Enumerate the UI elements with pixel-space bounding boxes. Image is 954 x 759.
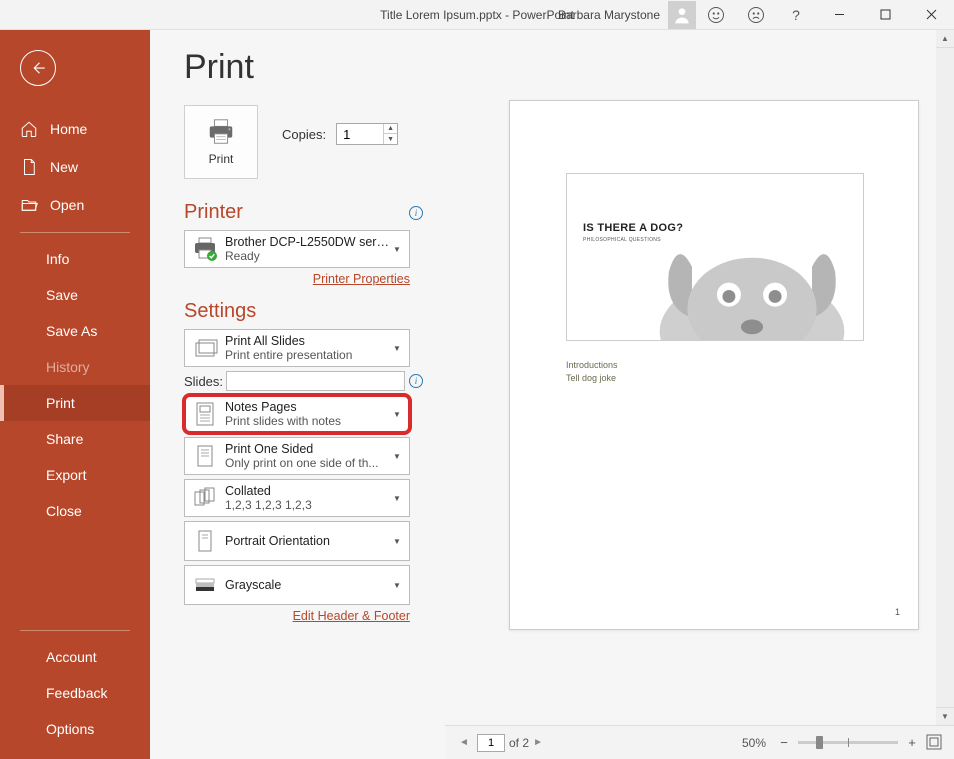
chevron-down-icon: ▼ xyxy=(391,245,403,254)
preview-bottom-bar: ◄ of 2 ► 50% − + xyxy=(445,725,954,759)
zoom-slider-thumb[interactable] xyxy=(816,736,823,749)
maximize-button[interactable] xyxy=(862,0,908,30)
portrait-icon xyxy=(191,527,219,555)
zoom-percent: 50% xyxy=(742,736,766,750)
printer-name: Brother DCP-L2550DW serie... xyxy=(225,235,391,249)
settings-header: Settings xyxy=(184,300,256,323)
slides-range-input[interactable] xyxy=(226,371,405,391)
nav-open[interactable]: Open xyxy=(0,186,150,224)
print-side-dropdown[interactable]: Print One Sided Only print on one side o… xyxy=(184,437,410,475)
nav-share[interactable]: Share xyxy=(0,421,150,457)
nav-feedback[interactable]: Feedback xyxy=(0,675,150,711)
printer-dropdown[interactable]: Brother DCP-L2550DW serie... Ready ▼ xyxy=(184,230,410,268)
sidebar-divider xyxy=(20,232,130,233)
scroll-down-icon[interactable]: ▼ xyxy=(936,707,954,725)
nav-print[interactable]: Print xyxy=(0,385,150,421)
copies-spin-up[interactable]: ▲ xyxy=(384,124,397,134)
page-total: of 2 xyxy=(509,736,529,750)
copies-value: 1 xyxy=(337,127,383,142)
nav-account[interactable]: Account xyxy=(0,639,150,675)
slides-stack-icon xyxy=(191,334,219,362)
chevron-down-icon: ▼ xyxy=(391,410,403,419)
print-button[interactable]: Print xyxy=(184,105,258,179)
chevron-down-icon: ▼ xyxy=(391,452,403,461)
copies-label: Copies: xyxy=(282,127,326,142)
chevron-down-icon: ▼ xyxy=(391,344,403,353)
notes-page-icon xyxy=(191,400,219,428)
nav-save-as[interactable]: Save As xyxy=(0,313,150,349)
nav-close[interactable]: Close xyxy=(0,493,150,529)
back-button[interactable] xyxy=(20,50,56,86)
one-sided-icon xyxy=(191,442,219,470)
dog-image xyxy=(637,230,864,341)
nav-new[interactable]: New xyxy=(0,148,150,186)
printer-properties-link[interactable]: Printer Properties xyxy=(184,272,410,286)
print-button-label: Print xyxy=(209,152,234,166)
print-content: Print Print Copies: 1 xyxy=(150,30,954,759)
collate-dropdown[interactable]: Collated 1,2,3 1,2,3 1,2,3 ▼ xyxy=(184,479,410,517)
title-bar: Title Lorem Ipsum.pptx - PowerPoint Barb… xyxy=(0,0,954,30)
feedback-smile-icon[interactable] xyxy=(696,0,736,30)
copies-input[interactable]: 1 ▲ ▼ xyxy=(336,123,398,145)
prev-page-button[interactable]: ◄ xyxy=(455,737,473,748)
slides-range-label: Slides: xyxy=(184,374,226,389)
sidebar-divider xyxy=(20,630,130,631)
close-button[interactable] xyxy=(908,0,954,30)
nav-home-label: Home xyxy=(50,121,87,137)
printer-status: Ready xyxy=(225,249,391,263)
print-what-dropdown[interactable]: Print All Slides Print entire presentati… xyxy=(184,329,410,367)
nav-options[interactable]: Options xyxy=(0,711,150,747)
next-page-button[interactable]: ► xyxy=(529,737,547,748)
collated-icon xyxy=(191,484,219,512)
copies-spin-down[interactable]: ▼ xyxy=(384,134,397,144)
page-number-input[interactable] xyxy=(477,734,505,752)
print-layout-dropdown[interactable]: Notes Pages Print slides with notes ▼ xyxy=(184,395,410,433)
zoom-out-button[interactable]: − xyxy=(776,735,792,751)
printer-icon xyxy=(191,235,219,263)
nav-history[interactable]: History xyxy=(0,349,150,385)
printer-info-icon[interactable]: i xyxy=(409,206,423,220)
preview-page: IS THERE A DOG? PHILOSOPHICAL QUESTIONS xyxy=(509,100,919,630)
user-name: Barbara Marystone xyxy=(550,8,668,22)
print-preview: ▲ ▼ IS THERE A DOG? PHILOSOPHICAL QUESTI… xyxy=(445,30,954,759)
nav-new-label: New xyxy=(50,159,78,175)
preview-slide: IS THERE A DOG? PHILOSOPHICAL QUESTIONS xyxy=(566,173,864,341)
preview-notes: Introductions Tell dog joke xyxy=(566,359,864,384)
edit-header-footer-link[interactable]: Edit Header & Footer xyxy=(184,609,410,623)
minimize-button[interactable] xyxy=(816,0,862,30)
chevron-down-icon: ▼ xyxy=(391,537,403,546)
grayscale-icon xyxy=(191,571,219,599)
orientation-dropdown[interactable]: Portrait Orientation ▼ xyxy=(184,521,410,561)
printer-header: Printer xyxy=(184,201,243,224)
backstage-sidebar: Home New Open Info Save Save As History … xyxy=(0,30,150,759)
slides-info-icon[interactable]: i xyxy=(409,374,423,388)
nav-info[interactable]: Info xyxy=(0,241,150,277)
nav-export[interactable]: Export xyxy=(0,457,150,493)
page-title: Print xyxy=(184,48,423,87)
chevron-down-icon: ▼ xyxy=(391,494,403,503)
nav-home[interactable]: Home xyxy=(0,110,150,148)
zoom-fit-button[interactable] xyxy=(926,734,944,752)
chevron-down-icon: ▼ xyxy=(391,581,403,590)
nav-save[interactable]: Save xyxy=(0,277,150,313)
user-avatar[interactable] xyxy=(668,1,696,29)
nav-open-label: Open xyxy=(50,197,84,213)
scroll-up-icon[interactable]: ▲ xyxy=(936,30,954,48)
zoom-slider[interactable] xyxy=(798,741,898,744)
preview-scrollbar[interactable]: ▲ ▼ xyxy=(936,30,954,725)
zoom-in-button[interactable]: + xyxy=(904,735,920,751)
color-dropdown[interactable]: Grayscale ▼ xyxy=(184,565,410,605)
help-button[interactable]: ? xyxy=(776,0,816,30)
preview-page-number: 1 xyxy=(895,607,900,617)
feedback-frown-icon[interactable] xyxy=(736,0,776,30)
